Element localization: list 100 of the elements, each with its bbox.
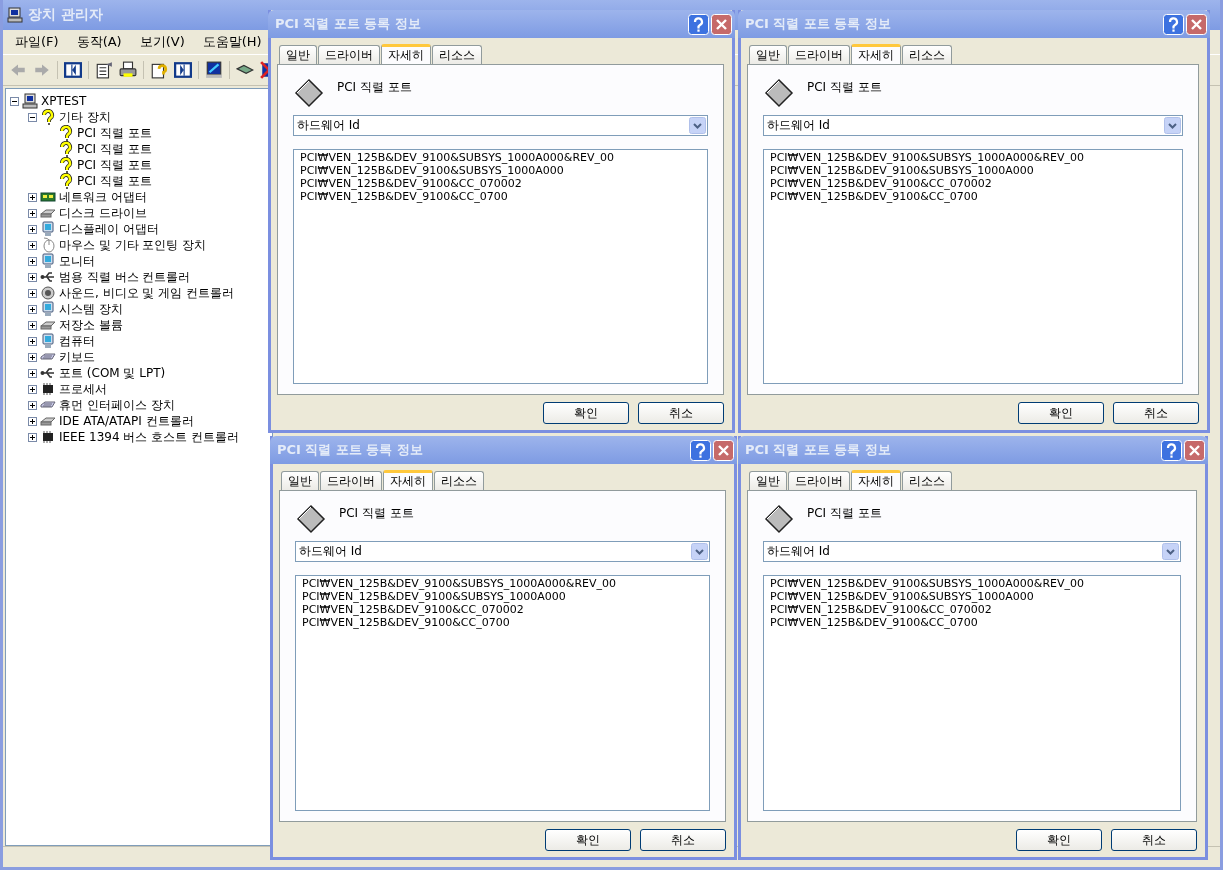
tree-item[interactable]: IDE ATA/ATAPI 컨트롤러 [59, 412, 194, 430]
tree-item[interactable]: 디스플레이 어댑터 [59, 220, 159, 238]
expander-icon[interactable] [28, 416, 37, 426]
menu-item[interactable]: 파일(F) [7, 33, 67, 51]
tree-item[interactable]: 포트 (COM 및 LPT) [59, 364, 166, 382]
tree-item[interactable]: 사운드, 비디오 및 게임 컨트롤러 [59, 284, 235, 302]
tab[interactable]: 리소스 [432, 45, 482, 64]
dialog-button[interactable]: 확인 [1016, 829, 1102, 851]
tree-item[interactable]: 모니터 [59, 252, 95, 270]
properties-icon[interactable] [95, 61, 113, 79]
tree-item[interactable]: 컴퓨터 [59, 332, 95, 350]
tree-item[interactable]: IEEE 1394 버스 호스트 컨트롤러 [59, 428, 240, 446]
tree-item[interactable]: 저장소 볼륨 [59, 316, 123, 334]
list-item[interactable]: PCI₩VEN_125B&DEV_9100&SUBSYS_1000A000&REV_00 [770, 577, 1174, 590]
list-item[interactable]: PCI₩VEN_125B&DEV_9100&CC_0700 [300, 190, 701, 203]
expander-icon[interactable] [28, 384, 37, 394]
tree-item[interactable]: 시스템 장치 [59, 300, 123, 318]
list-item[interactable]: PCI₩VEN_125B&DEV_9100&CC_070002 [770, 177, 1176, 190]
dialog-button[interactable]: 취소 [1113, 402, 1199, 424]
help-button-icon[interactable] [690, 439, 711, 461]
dialog-button[interactable]: 취소 [638, 402, 724, 424]
tree-item[interactable]: 휴먼 인터페이스 장치 [59, 396, 175, 414]
dialog-button[interactable]: 확인 [545, 829, 631, 851]
expander-icon[interactable] [28, 352, 37, 362]
property-dropdown[interactable]: 하드웨어 Id [295, 541, 710, 562]
tree-item[interactable]: 프로세서 [59, 380, 107, 398]
dialog-button[interactable]: 취소 [640, 829, 726, 851]
help-button-icon[interactable] [1161, 439, 1182, 461]
list-item[interactable]: PCI₩VEN_125B&DEV_9100&SUBSYS_1000A000 [302, 590, 703, 603]
menu-item[interactable]: 도움말(H) [194, 33, 270, 51]
tree-item[interactable]: 키보드 [59, 348, 95, 366]
expander-icon[interactable] [28, 240, 37, 250]
expander-icon[interactable] [28, 224, 37, 234]
menu-item[interactable]: 동작(A) [68, 33, 130, 51]
list-item[interactable]: PCI₩VEN_125B&DEV_9100&CC_0700 [770, 190, 1176, 203]
printer-icon[interactable] [119, 61, 137, 79]
expander-icon[interactable] [10, 96, 19, 106]
tab[interactable]: 리소스 [902, 471, 952, 490]
tree-item[interactable]: PCI 직렬 포트 [77, 172, 152, 190]
tab[interactable]: 자세히 [381, 44, 431, 64]
dialog-button[interactable]: 확인 [1018, 402, 1104, 424]
tree-item[interactable]: PCI 직렬 포트 [77, 124, 152, 142]
list-item[interactable]: PCI₩VEN_125B&DEV_9100&SUBSYS_1000A000&REV_00 [300, 151, 701, 164]
panel-toggle-icon[interactable] [174, 61, 192, 79]
close-icon[interactable] [713, 439, 734, 461]
expander-icon[interactable] [28, 432, 37, 442]
expander-icon[interactable] [28, 288, 37, 298]
tab[interactable]: 일반 [749, 45, 787, 64]
tab[interactable]: 자세히 [851, 470, 901, 490]
tree-item[interactable]: PCI 직렬 포트 [77, 140, 152, 158]
expander-icon[interactable] [28, 336, 37, 346]
tab[interactable]: 자세히 [851, 44, 901, 64]
list-item[interactable]: PCI₩VEN_125B&DEV_9100&SUBSYS_1000A000 [300, 164, 701, 177]
close-icon[interactable] [1184, 439, 1205, 461]
list-item[interactable]: PCI₩VEN_125B&DEV_9100&CC_070002 [300, 177, 701, 190]
close-icon[interactable] [1186, 13, 1207, 35]
expander-icon[interactable] [28, 208, 37, 218]
expander-icon[interactable] [28, 192, 37, 202]
tree-item[interactable]: 디스크 드라이브 [59, 204, 147, 222]
expander-icon[interactable] [28, 304, 37, 314]
list-item[interactable]: PCI₩VEN_125B&DEV_9100&SUBSYS_1000A000 [770, 164, 1176, 177]
tab[interactable]: 드라이버 [788, 471, 850, 490]
expander-icon[interactable] [28, 400, 37, 410]
tree-item[interactable]: 기타 장치 [59, 108, 111, 126]
tree-item[interactable]: 마우스 및 기타 포인팅 장치 [59, 236, 207, 254]
tab[interactable]: 리소스 [902, 45, 952, 64]
panel-toggle-icon[interactable] [64, 61, 82, 79]
tree-item[interactable]: PCI 직렬 포트 [77, 156, 152, 174]
list-item[interactable]: PCI₩VEN_125B&DEV_9100&SUBSYS_1000A000 [770, 590, 1174, 603]
list-item[interactable]: PCI₩VEN_125B&DEV_9100&CC_070002 [770, 603, 1174, 616]
help-icon[interactable] [150, 61, 168, 79]
expander-icon[interactable] [28, 368, 37, 378]
tree-item[interactable]: XPTEST [41, 94, 87, 108]
property-dropdown[interactable]: 하드웨어 Id [763, 541, 1181, 562]
tab[interactable]: 드라이버 [318, 45, 380, 64]
help-button-icon[interactable] [1163, 13, 1184, 35]
list-item[interactable]: PCI₩VEN_125B&DEV_9100&CC_0700 [770, 616, 1174, 629]
close-icon[interactable] [711, 13, 732, 35]
dialog-button[interactable]: 확인 [543, 402, 629, 424]
expander-icon[interactable] [28, 320, 37, 330]
tree-item[interactable]: 범용 직렬 버스 컨트롤러 [59, 268, 191, 286]
tree-item[interactable]: 네트워크 어댑터 [59, 188, 147, 206]
list-item[interactable]: PCI₩VEN_125B&DEV_9100&SUBSYS_1000A000&REV_00 [302, 577, 703, 590]
property-dropdown[interactable]: 하드웨어 Id [763, 115, 1183, 136]
property-dropdown[interactable]: 하드웨어 Id [293, 115, 708, 136]
tab[interactable]: 일반 [281, 471, 319, 490]
tab[interactable]: 일반 [749, 471, 787, 490]
menu-item[interactable]: 보기(V) [131, 33, 193, 51]
expander-icon[interactable] [28, 272, 37, 282]
tab[interactable]: 리소스 [434, 471, 484, 490]
tab[interactable]: 드라이버 [320, 471, 382, 490]
list-item[interactable]: PCI₩VEN_125B&DEV_9100&CC_0700 [302, 616, 703, 629]
tab[interactable]: 자세히 [383, 470, 433, 490]
list-item[interactable]: PCI₩VEN_125B&DEV_9100&SUBSYS_1000A000&REV_00 [770, 151, 1176, 164]
expander-icon[interactable] [28, 256, 37, 266]
tab[interactable]: 일반 [279, 45, 317, 64]
tab[interactable]: 드라이버 [788, 45, 850, 64]
expander-icon[interactable] [28, 112, 37, 122]
dialog-button[interactable]: 취소 [1111, 829, 1197, 851]
list-item[interactable]: PCI₩VEN_125B&DEV_9100&CC_070002 [302, 603, 703, 616]
